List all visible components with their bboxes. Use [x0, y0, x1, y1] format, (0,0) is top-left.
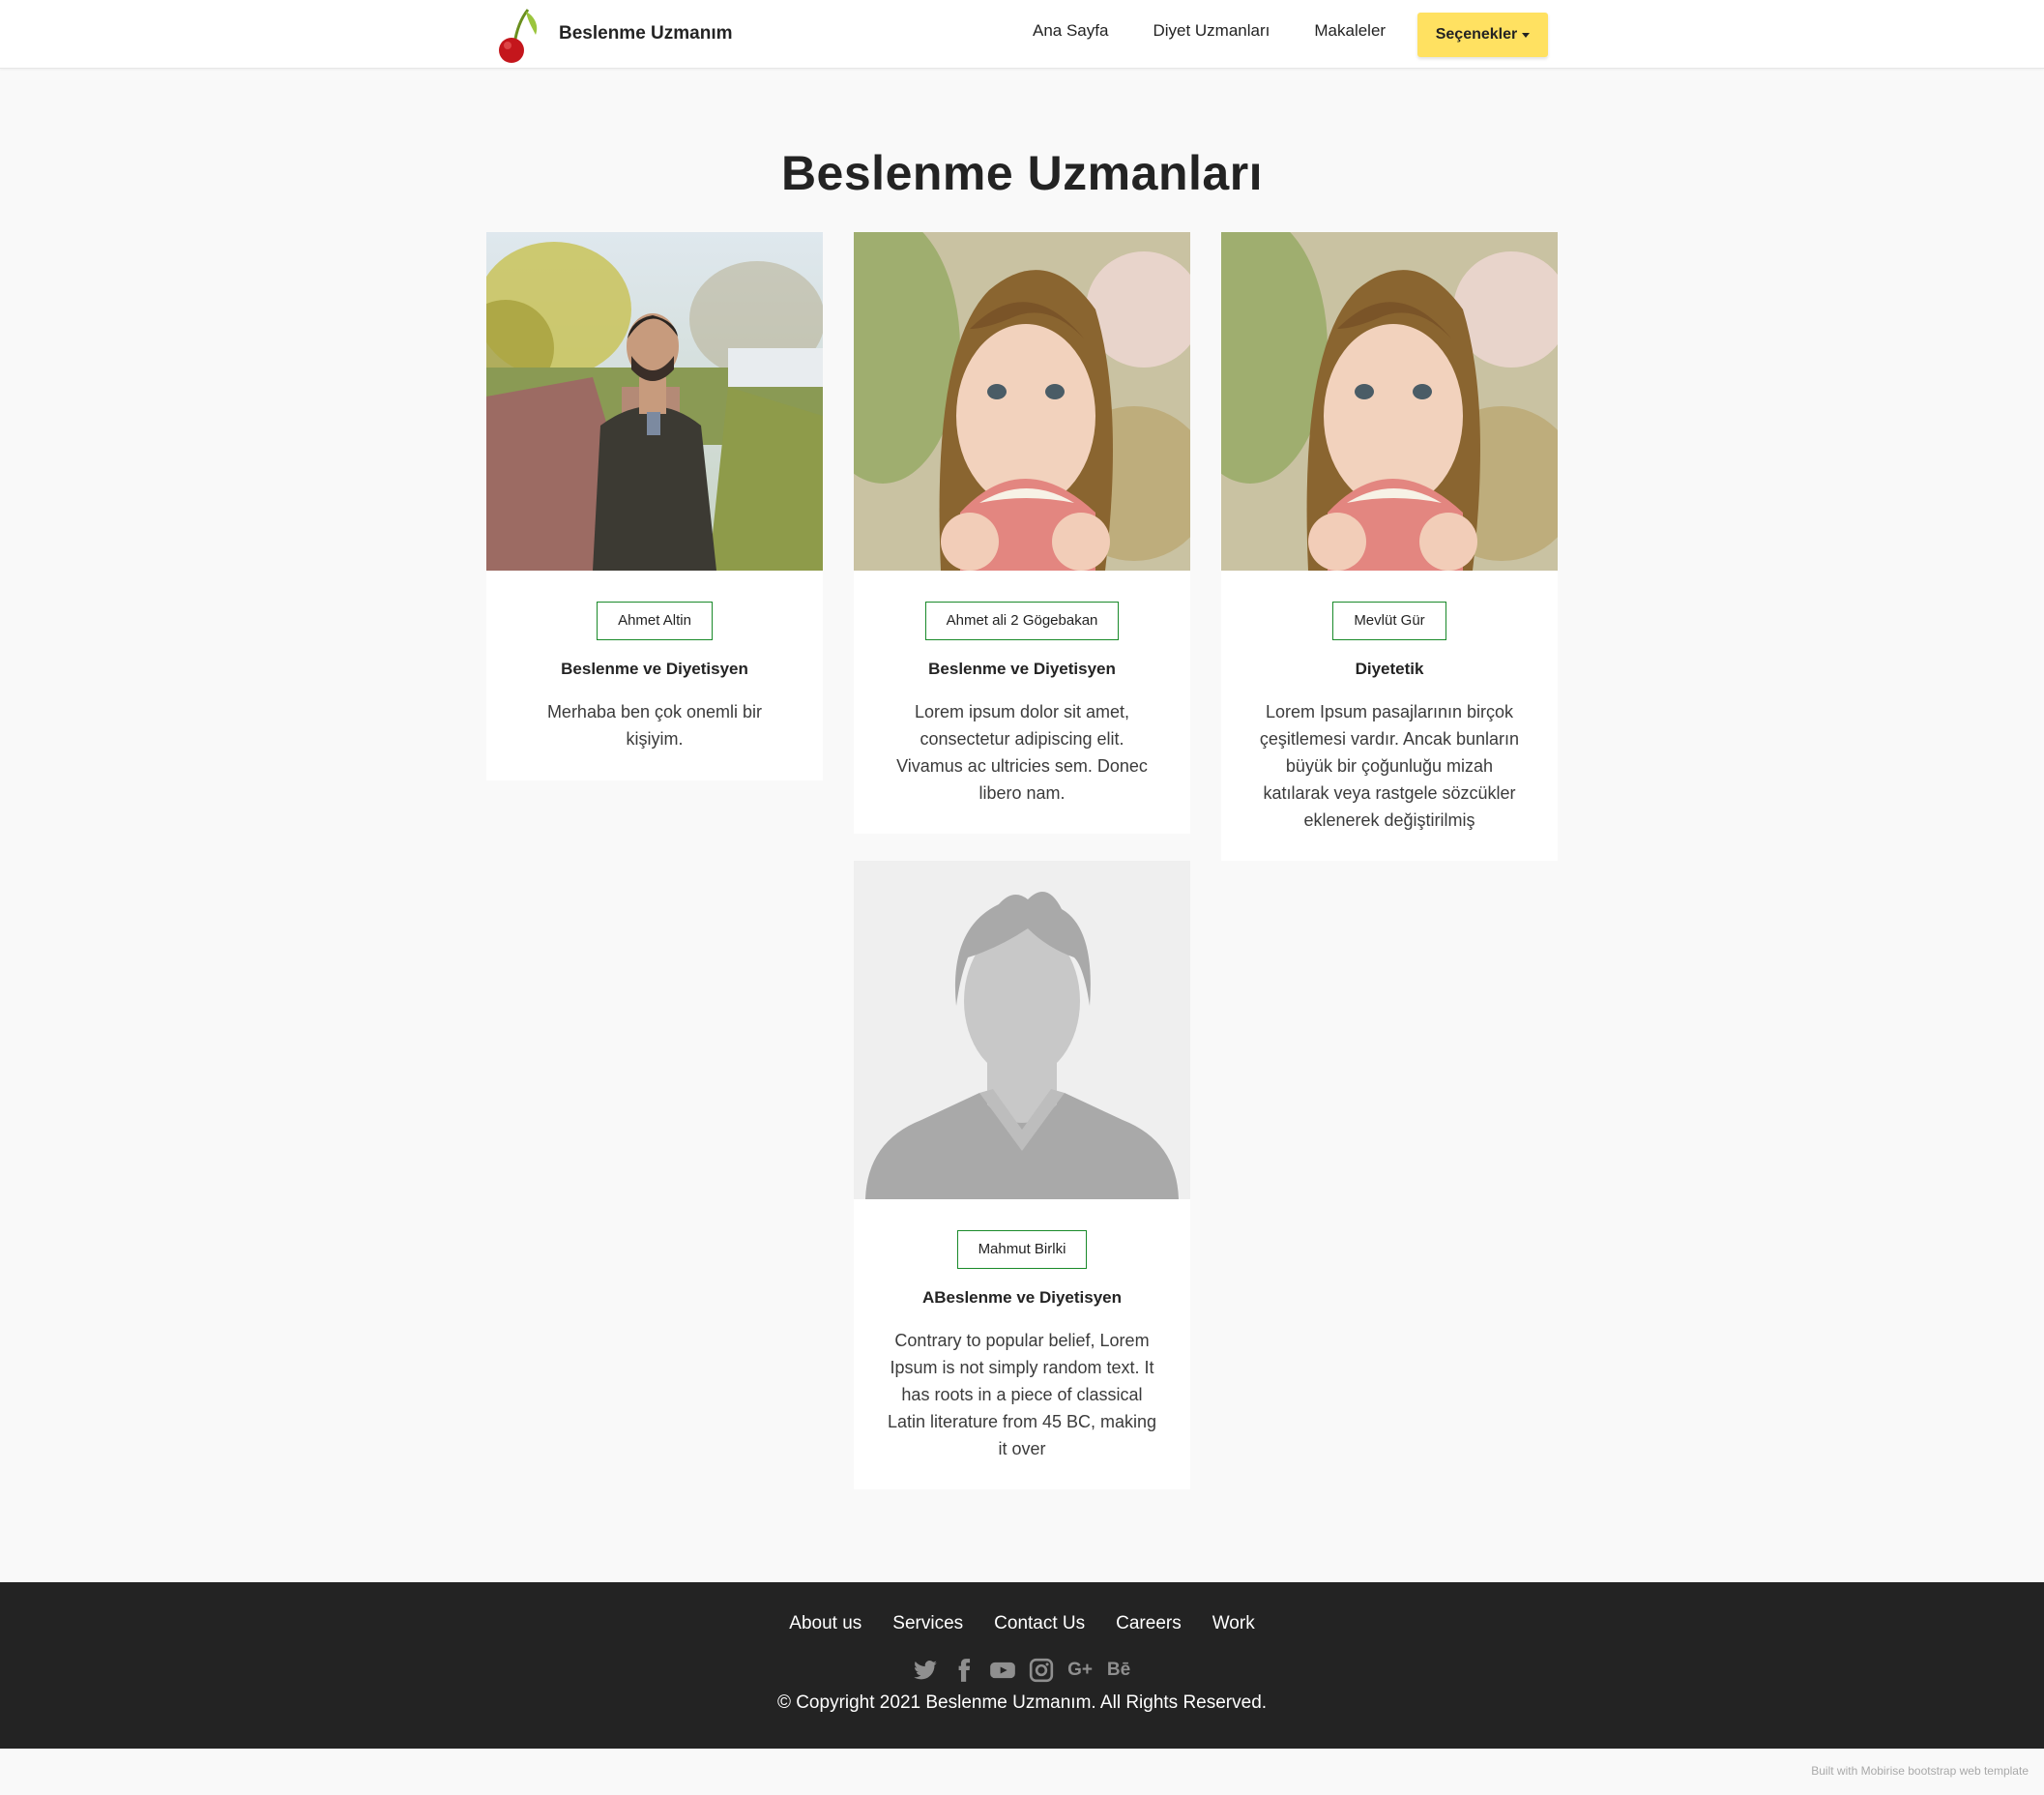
nav-link-home[interactable]: Ana Sayfa	[1033, 21, 1108, 41]
card-body: Ahmet Altin Beslenme ve Diyetisyen Merha…	[486, 571, 823, 752]
footer: About us Services Contact Us Careers Wor…	[0, 1582, 2044, 1749]
dietitian-description: Merhaba ben çok onemli bir kişiyim.	[546, 702, 763, 749]
page-title: Beslenme Uzmanları	[780, 146, 1264, 200]
dietitian-role: Diyetetik	[1355, 660, 1424, 678]
footer-link-work[interactable]: Work	[1212, 1613, 1255, 1634]
dietitian-name-tag[interactable]: Mahmut Birlki	[956, 1230, 1088, 1269]
dietitian-role: Beslenme ve Diyetisyen	[561, 660, 748, 678]
avatar-placeholder-icon	[854, 861, 1190, 1199]
brand[interactable]: Beslenme Uzmanım	[493, 6, 733, 64]
navbar: Beslenme Uzmanım Ana Sayfa Diyet Uzmanla…	[0, 0, 2044, 69]
twitter-icon[interactable]	[911, 1656, 940, 1685]
instagram-icon[interactable]	[1027, 1656, 1056, 1685]
options-dropdown-button[interactable]: Seçenekler	[1417, 13, 1548, 57]
dietitian-card: Mahmut Birlki ABeslenme ve Diyetisyen Co…	[854, 861, 1190, 1489]
child-eating-watermelon-photo	[1221, 232, 1558, 571]
dietitian-photo	[854, 861, 1190, 1199]
nav-link-dietitians[interactable]: Diyet Uzmanları	[1153, 21, 1270, 41]
nav-link-articles[interactable]: Makaleler	[1314, 21, 1386, 41]
dietitian-card: Ahmet ali 2 Gögebakan Beslenme ve Diyeti…	[854, 232, 1190, 834]
dietitian-description: Lorem Ipsum pasajlarının birçok çeşitlem…	[1259, 702, 1520, 830]
footer-link-services[interactable]: Services	[892, 1613, 963, 1634]
card-body: Mahmut Birlki ABeslenme ve Diyetisyen Co…	[854, 1199, 1190, 1462]
card-body: Ahmet ali 2 Gögebakan Beslenme ve Diyeti…	[854, 571, 1190, 807]
social-icons: G+ Bē	[0, 1656, 2044, 1685]
dietitian-card: Ahmet Altin Beslenme ve Diyetisyen Merha…	[486, 232, 823, 780]
dietitian-role: ABeslenme ve Diyetisyen	[922, 1288, 1122, 1307]
copyright-text: © Copyright 2021 Beslenme Uzmanım. All R…	[776, 1692, 1268, 1713]
man-in-park-photo	[486, 232, 823, 571]
brand-name[interactable]: Beslenme Uzmanım	[559, 23, 733, 44]
dietitian-description: Contrary to popular belief, Lorem Ipsum …	[887, 1331, 1157, 1458]
dietitian-name-tag[interactable]: Ahmet Altin	[597, 602, 713, 640]
child-eating-watermelon-photo	[854, 232, 1190, 571]
footer-link-contact[interactable]: Contact Us	[994, 1613, 1085, 1634]
card-body: Mevlüt Gür Diyetetik Lorem Ipsum pasajla…	[1221, 571, 1558, 834]
options-dropdown-label: Seçenekler	[1435, 26, 1518, 43]
behance-icon[interactable]: Bē	[1104, 1656, 1133, 1685]
dietitian-name-tag[interactable]: Ahmet ali 2 Gögebakan	[924, 602, 1120, 640]
dietitian-description: Lorem ipsum dolor sit amet, consectetur …	[896, 702, 1148, 803]
dietitian-photo	[486, 232, 823, 571]
dietitian-photo	[1221, 232, 1558, 571]
cherry-logo-icon	[499, 9, 538, 63]
dietitian-card: Mevlüt Gür Diyetetik Lorem Ipsum pasajla…	[1221, 232, 1558, 861]
google-plus-icon[interactable]: G+	[1066, 1656, 1095, 1685]
footer-link-about[interactable]: About us	[789, 1613, 861, 1634]
nav-links: Ana Sayfa Diyet Uzmanları Makaleler	[1033, 21, 1386, 41]
dietitian-photo	[854, 232, 1190, 571]
youtube-icon[interactable]	[988, 1656, 1017, 1685]
caret-down-icon	[1522, 32, 1531, 38]
footer-link-careers[interactable]: Careers	[1116, 1613, 1182, 1634]
built-with-link[interactable]: Built with Mobirise bootstrap web templa…	[1811, 1764, 2029, 1778]
dietitian-role: Beslenme ve Diyetisyen	[928, 660, 1116, 678]
dietitian-name-tag[interactable]: Mevlüt Gür	[1332, 602, 1446, 640]
facebook-icon[interactable]	[949, 1656, 978, 1685]
footer-links: About us Services Contact Us Careers Wor…	[0, 1613, 2044, 1634]
